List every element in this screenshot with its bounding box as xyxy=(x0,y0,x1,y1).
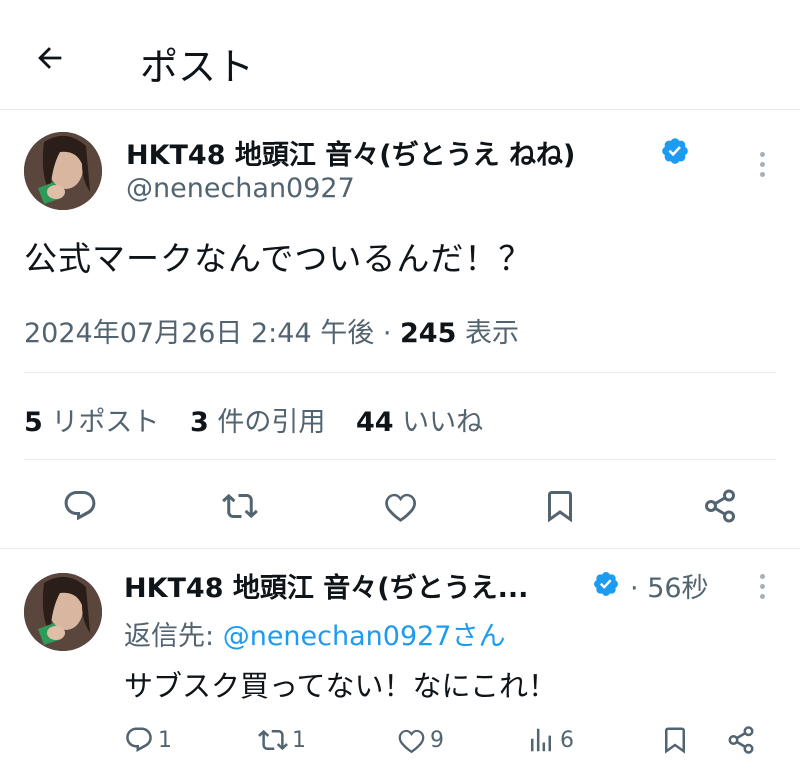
avatar-photo xyxy=(24,132,102,210)
views-label: 表示 xyxy=(464,318,519,349)
more-options-button[interactable] xyxy=(752,144,772,184)
like-icon xyxy=(385,493,417,522)
reply-avatar[interactable] xyxy=(24,573,102,651)
bookmark-icon xyxy=(665,727,685,754)
reposts-stat[interactable]: 5 リポスト xyxy=(24,400,159,439)
engagement-stats: 5 リポスト 3 件の引用 44 いいね xyxy=(24,400,505,439)
page-title: ポスト xyxy=(140,45,255,89)
reply-button[interactable] xyxy=(58,484,102,528)
share-icon xyxy=(728,726,754,754)
views-chart-icon xyxy=(531,728,551,752)
reply-more-options-button[interactable] xyxy=(752,566,772,606)
meta-separator: · xyxy=(382,318,392,349)
user-handle[interactable]: @nenechan0927 xyxy=(126,173,355,204)
repost-icon xyxy=(258,729,288,751)
bookmark-button[interactable] xyxy=(538,484,582,528)
reply-to-label: 返信先: xyxy=(124,621,215,652)
bookmark-icon xyxy=(548,491,572,523)
arrow-left-icon xyxy=(38,47,62,69)
reply-icon xyxy=(64,491,96,521)
quotes-stat[interactable]: 3 件の引用 xyxy=(190,400,325,439)
repost-icon xyxy=(222,493,258,519)
tweet-timestamp[interactable]: 2024年07月26日 2:44 午後 xyxy=(24,318,374,349)
back-button[interactable] xyxy=(30,38,70,78)
reply-timestamp[interactable]: · 56秒 xyxy=(630,566,709,605)
avatar[interactable] xyxy=(24,132,102,210)
reply-icon xyxy=(126,727,152,752)
repost-count: 1 xyxy=(292,727,306,753)
reply-display-name[interactable]: HKT48 地頭江 音々(ぢとうえ... xyxy=(124,566,528,605)
like-button[interactable] xyxy=(378,484,422,528)
divider xyxy=(24,459,776,460)
likes-stat[interactable]: 44 いいね xyxy=(356,400,483,439)
display-name[interactable]: HKT48 地頭江 音々(ぢとうえ ねね) xyxy=(126,133,575,172)
reply-like-button[interactable]: 9 xyxy=(396,722,444,758)
like-count: 9 xyxy=(430,727,444,753)
reply-share-button[interactable] xyxy=(726,722,756,758)
like-icon xyxy=(398,729,425,754)
tweet-metadata: 2024年07月26日 2:44 午後 · 245 表示 xyxy=(24,311,519,350)
reply-to-line: 返信先: @nenechan0927さん xyxy=(124,614,505,653)
views-count: 6 xyxy=(560,727,574,753)
verified-badge-icon xyxy=(660,136,690,170)
divider xyxy=(24,372,776,373)
reply-bookmark-button[interactable] xyxy=(660,722,690,758)
share-icon xyxy=(705,489,735,523)
reply-reply-button[interactable]: 1 xyxy=(124,722,172,758)
repost-button[interactable] xyxy=(218,484,262,528)
top-bar: ポスト xyxy=(0,0,800,110)
views-count: 245 xyxy=(400,318,457,349)
reply-text: サブスク買ってない！なにこれ！ xyxy=(124,669,557,703)
time-value: 56秒 xyxy=(647,573,709,604)
reply-count: 1 xyxy=(158,727,172,753)
time-separator: · xyxy=(630,573,639,604)
avatar-photo xyxy=(24,573,102,651)
verified-badge-icon xyxy=(592,570,620,602)
reply-to-handle-link[interactable]: @nenechan0927さん xyxy=(223,621,506,652)
reply-views-button[interactable]: 6 xyxy=(526,722,574,758)
section-divider xyxy=(0,548,800,549)
tweet-text: 公式マークなんでついるんだ！？ xyxy=(24,239,533,278)
reply-repost-button[interactable]: 1 xyxy=(258,722,306,758)
share-button[interactable] xyxy=(698,484,742,528)
